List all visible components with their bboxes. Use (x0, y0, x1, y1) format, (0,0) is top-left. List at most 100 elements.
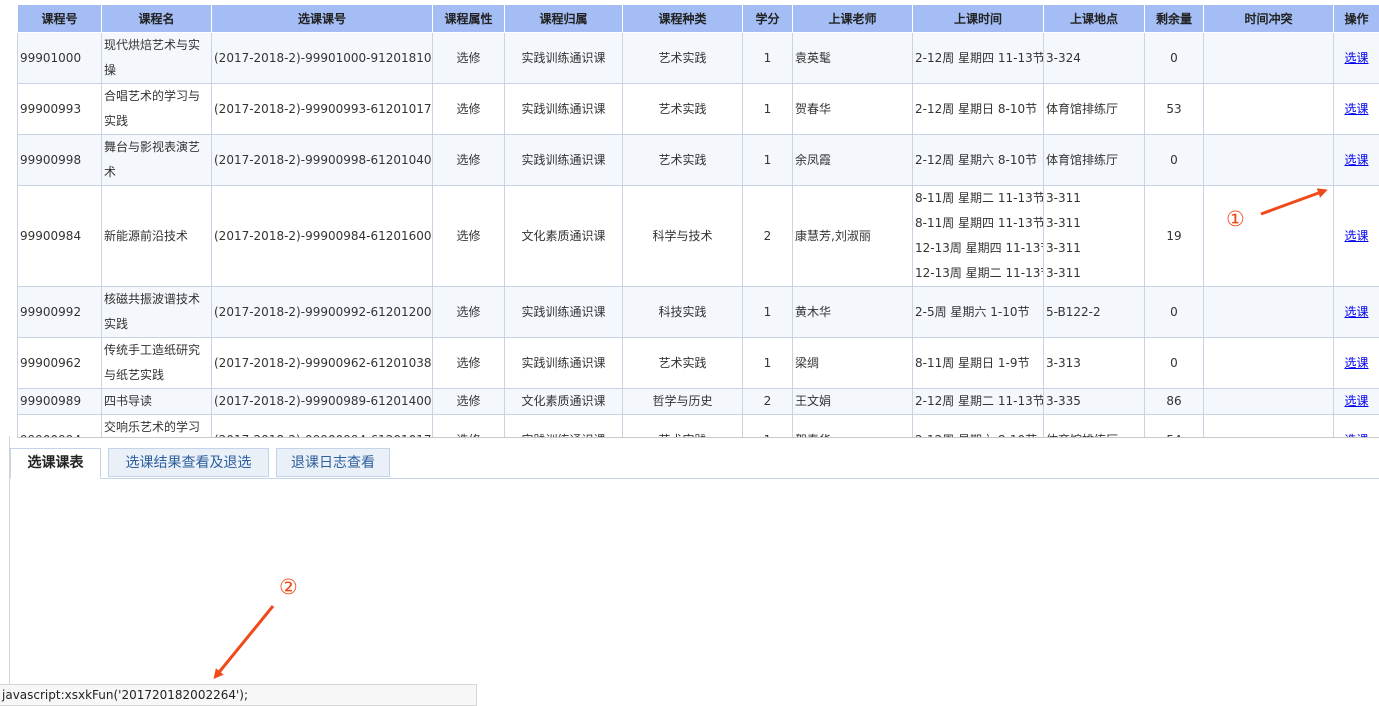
class-location-cell: 3-313 (1043, 337, 1145, 389)
column-header: 上课地点 (1043, 4, 1145, 33)
column-header: 时间冲突 (1203, 4, 1334, 33)
course-type-cell: 艺术实践 (622, 414, 743, 437)
time-conflict-cell (1203, 286, 1334, 338)
table-row: 99900993 合唱艺术的学习与实践 (2017-2018-2)-99900993… (17, 83, 1379, 135)
class-time-line: 2-12周 星期二 11-13节 (915, 394, 1044, 408)
class-location-line: 3-311 (1046, 241, 1081, 255)
course-name-cell: 交响乐艺术的学习与实践 (101, 414, 212, 437)
course-type-cell: 科技实践 (622, 286, 743, 338)
remaining-seats-cell: 86 (1144, 388, 1204, 415)
credit-cell: 1 (742, 286, 793, 338)
course-name-cell: 现代烘焙艺术与实操 (101, 32, 212, 84)
selection-code-cell: (2017-2018-2)-99900989-6120140037-01 (211, 388, 433, 415)
action-cell: 选课 (1333, 32, 1379, 84)
course-category-cell: 实践训练通识课 (504, 32, 623, 84)
annotation-arrow-2 (213, 605, 275, 680)
credit-cell: 1 (742, 32, 793, 84)
action-cell: 选课 (1333, 388, 1379, 415)
course-id-cell: 99900962 (17, 337, 102, 389)
tab-drop-log[interactable]: 退课日志查看 (276, 448, 390, 477)
course-table-scroll-area[interactable]: 课程号 课程名 选课课号 课程属性 课程归属 课程种类 学分 上课老师 上课时间 上课地点 剩余量时… (17, 4, 1379, 438)
action-cell: 选课 (1333, 83, 1379, 135)
class-time-cell: 2-12周 星期六 8-10节 (912, 414, 1044, 437)
time-conflict-cell (1203, 414, 1334, 437)
remaining-seats-cell: 0 (1144, 286, 1204, 338)
action-cell: 选课 (1333, 337, 1379, 389)
credit-cell: 2 (742, 388, 793, 415)
class-time-line: 8-11周 星期四 11-13节 (915, 216, 1044, 230)
class-time-line: 2-12周 星期日 8-10节 (915, 101, 1038, 116)
remaining-seats-cell: 0 (1144, 337, 1204, 389)
course-attribute-cell: 选修 (432, 32, 505, 84)
teacher-cell: 康慧芳,刘淑丽 (792, 185, 913, 287)
action-cell: 选课 (1333, 134, 1379, 186)
teacher-cell: 王文娟 (792, 388, 913, 415)
table-row: 99900994交响乐艺术的学习与实践(2017-2018-2)-9990099… (17, 414, 1379, 438)
table-row: 99900998 舞台与影视表演艺术 (2017-2018-2)-99900998-… (17, 134, 1379, 186)
course-category-cell: 实践训练通识课 (504, 83, 623, 135)
class-location-cell: 体育馆排练厅 (1043, 83, 1145, 135)
course-attribute-cell: 选修 (432, 134, 505, 186)
selection-code-cell: (2017-2018-2)-99900998-6120104066-01 (211, 134, 433, 186)
class-time-line: 2-12周 星期六 8-10节 (915, 152, 1038, 167)
remaining-seats-cell: 0 (1144, 134, 1204, 186)
select-course-link[interactable]: 选课 (1344, 356, 1368, 370)
course-attribute-cell: 选修 (432, 414, 505, 437)
course-id-cell: 99901000 (17, 32, 102, 84)
time-conflict-cell (1203, 185, 1334, 287)
select-course-link[interactable]: 选课 (1344, 51, 1368, 65)
tab-course-schedule[interactable]: 选课课表 (10, 448, 101, 479)
column-header: 学分 (742, 4, 793, 33)
course-id-cell: 99900994 (17, 414, 102, 437)
class-time-cell: 2-12周 星期日 8-10节 (912, 83, 1044, 135)
class-time-line: 8-11周 星期二 11-13节 (915, 191, 1044, 205)
table-row: 99900962 传统手工造纸研究与纸艺实践 (2017-2018-2)-99900… (17, 337, 1379, 389)
select-course-link[interactable]: 选课 (1344, 394, 1368, 408)
remaining-seats-cell: 19 (1144, 185, 1204, 287)
column-header: 剩余量 (1144, 4, 1204, 33)
column-header: 课程属性 (432, 4, 505, 33)
class-time-cell: 2-5周 星期六 1-10节 (912, 286, 1044, 338)
teacher-cell: 贺春华 (792, 83, 913, 135)
credit-cell: 1 (742, 134, 793, 186)
class-time-cell: 8-11周 星期二 11-13节 8-11周 星期四 11-13节 12-13周 星… (912, 185, 1044, 287)
course-id-cell: 99900993 (17, 83, 102, 135)
teacher-cell: 袁英髦 (792, 32, 913, 84)
course-attribute-cell: 选修 (432, 83, 505, 135)
class-location-line: 3-335 (1046, 394, 1081, 408)
class-time-line: 12-13周 星期四 11-13节 (915, 241, 1044, 255)
course-type-cell: 艺术实践 (622, 134, 743, 186)
credit-cell: 1 (742, 337, 793, 389)
selection-code-cell: (2017-2018-2)-99900994-6120101759-01 (211, 414, 433, 437)
time-conflict-cell (1203, 83, 1334, 135)
class-time-line: 2-5周 星期六 1-10节 (915, 304, 1030, 319)
class-time-cell: 8-11周 星期日 1-9节 (912, 337, 1044, 389)
course-category-cell: 实践训练通识课 (504, 414, 623, 437)
select-course-link[interactable]: 选课 (1344, 102, 1368, 116)
course-id-cell: 99900992 (17, 286, 102, 338)
class-location-line: 3-311 (1046, 266, 1081, 280)
course-name-cell: 四书导读 (101, 388, 212, 415)
select-course-link[interactable]: 选课 (1344, 433, 1368, 438)
table-row: 99900989 四书导读 (2017-2018-2)-99900989-61201… (17, 388, 1379, 415)
status-bar-url: javascript:xsxkFun('201720182002264'); (0, 684, 477, 706)
table-row: 99901000 现代烘焙艺术与实操 (2017-2018-2)-99901000-… (17, 32, 1379, 84)
select-course-link[interactable]: 选课 (1344, 153, 1368, 167)
course-category-cell: 文化素质通识课 (504, 388, 623, 415)
time-conflict-cell (1203, 388, 1334, 415)
class-location-cell: 3-335 (1043, 388, 1145, 415)
select-course-link[interactable]: 选课 (1344, 229, 1368, 243)
tab-results-and-drop[interactable]: 选课结果查看及退选 (108, 448, 269, 477)
class-location-cell: 5-B122-2 (1043, 286, 1145, 338)
time-conflict-cell (1203, 32, 1334, 84)
selection-code-cell: (2017-2018-2)-99900962-6120103886-01 (211, 337, 433, 389)
class-location-line: 5-B122-2 (1046, 304, 1101, 319)
course-category-cell: 实践训练通识课 (504, 286, 623, 338)
class-time-cell: 2-12周 星期四 11-13节 (912, 32, 1044, 84)
credit-cell: 1 (742, 83, 793, 135)
class-location-line: 3-313 (1046, 355, 1081, 370)
table-header-row: 课程号 课程名 选课课号 课程属性 课程归属 课程种类 学分 上课老师 上课时间 上课地点 剩余量时… (17, 4, 1379, 33)
teacher-cell: 梁绸 (792, 337, 913, 389)
select-course-link[interactable]: 选课 (1344, 305, 1368, 319)
annotation-marker-2: ② (279, 575, 298, 599)
